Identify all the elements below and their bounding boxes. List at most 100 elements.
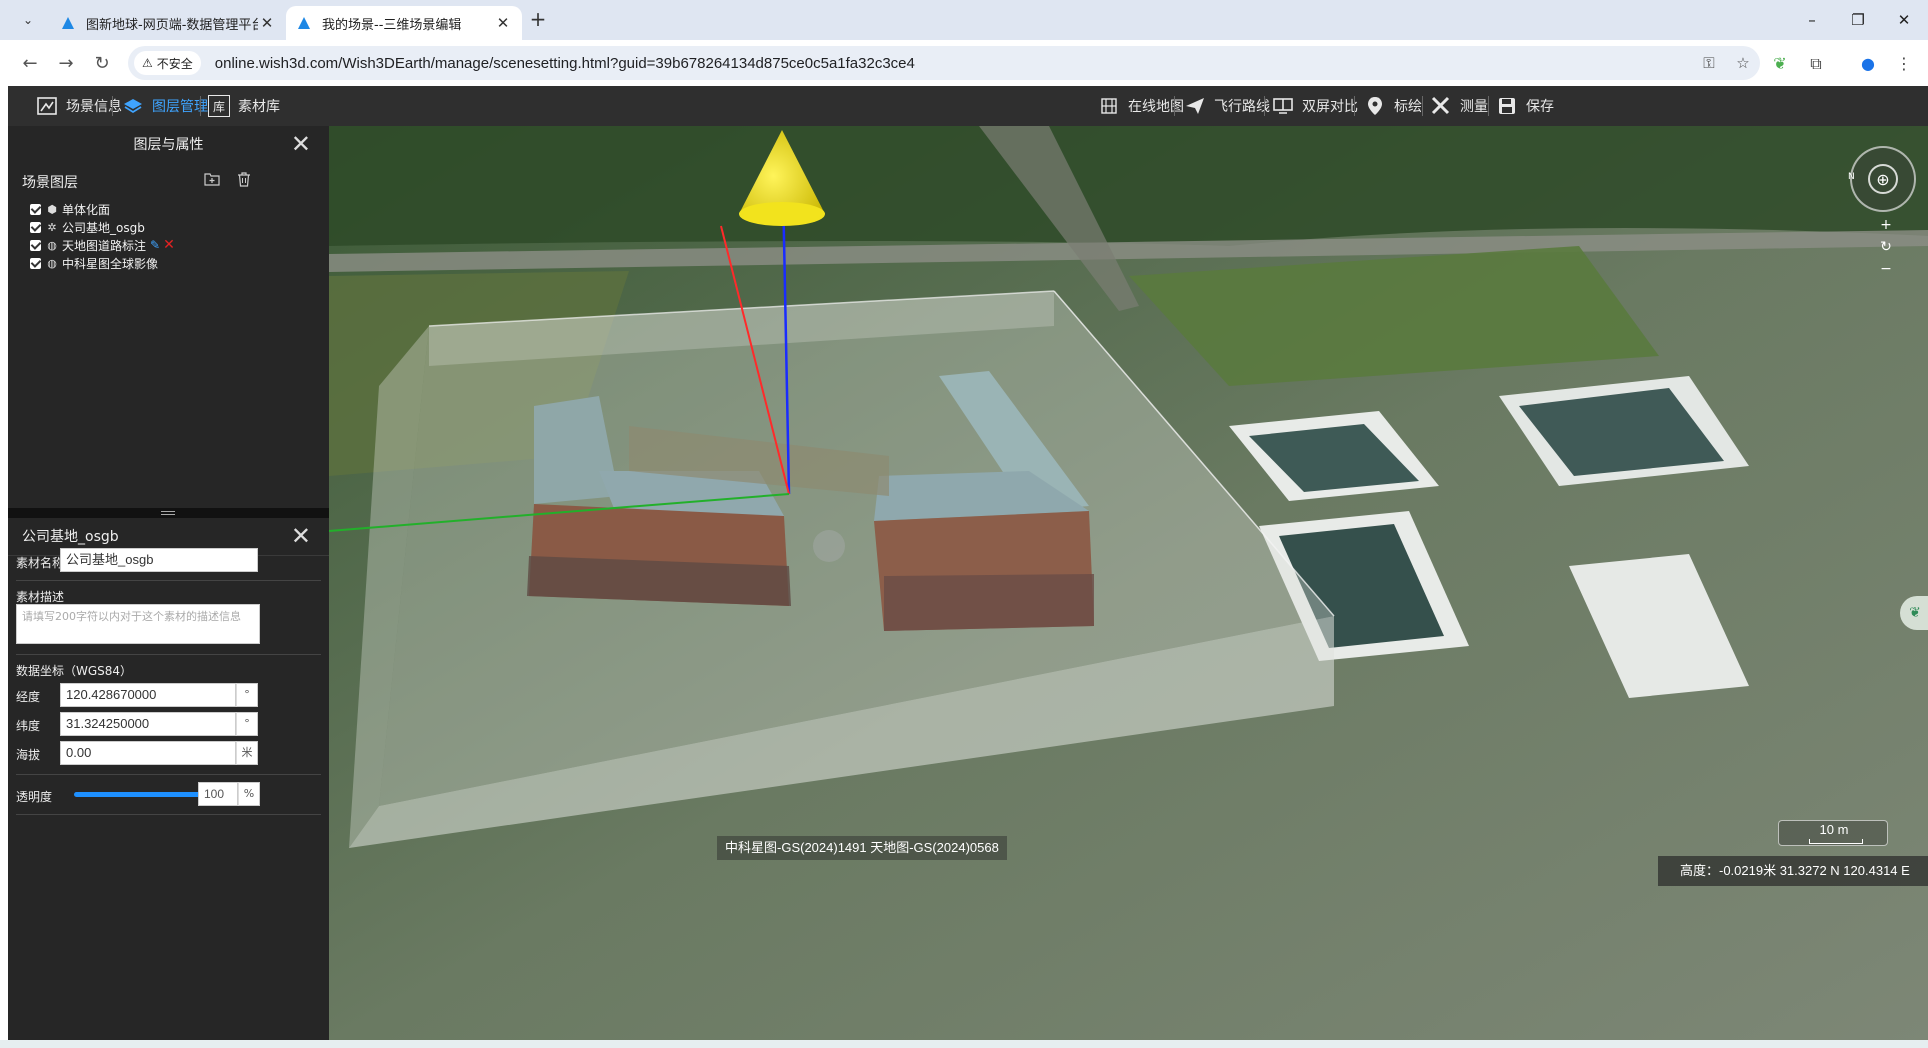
compass-navigator[interactable]: N ⊕ <box>1848 146 1916 212</box>
header-measure[interactable]: 测量 <box>1430 86 1488 126</box>
tab-close-icon[interactable]: ✕ <box>258 14 276 32</box>
warning-triangle-icon: ⚠ <box>142 56 153 70</box>
layer-label: 单体化面 <box>62 202 111 217</box>
forward-arrow-icon[interactable]: → <box>52 50 80 78</box>
layer-checkbox[interactable] <box>30 203 41 215</box>
scene-render[interactable] <box>329 126 1928 1048</box>
compass-north-label: N <box>1848 172 1855 182</box>
opacity-input[interactable]: 100 <box>198 782 238 806</box>
properties-panel: 公司基地_osgb ✕ 素材名称 公司基地_osgb 素材描述 请填写200字符… <box>8 518 329 1048</box>
security-chip[interactable]: ⚠ 不安全 <box>134 51 201 75</box>
browser-toolbar: ← → ↻ ⚠ 不安全 online.wish3d.com/Wish3DEart… <box>0 40 1928 86</box>
extension-leaf-icon[interactable]: ❦ <box>1766 50 1794 78</box>
scale-indicator: 10 m <box>1778 820 1888 846</box>
divider <box>16 814 321 815</box>
side-drawer-leaf-icon[interactable]: ❦ <box>1900 596 1928 630</box>
url-text[interactable]: online.wish3d.com/Wish3DEarth/manage/sce… <box>215 55 1692 72</box>
tree-area <box>329 126 1928 246</box>
restore-icon[interactable]: ❐ <box>1836 6 1880 34</box>
layer-checkbox[interactable] <box>30 221 41 233</box>
address-bar[interactable]: ⚠ 不安全 online.wish3d.com/Wish3DEarth/mana… <box>128 46 1760 80</box>
tab-title: 我的场景--三维场景编辑 <box>322 17 462 33</box>
layer-row-global-imagery[interactable]: ◍ 中科星图全球影像 <box>30 254 329 272</box>
header-divider <box>1354 96 1355 116</box>
splitter-grip-icon[interactable] <box>161 511 175 515</box>
wish3d-app: 场景信息 图层管理 库 素材库 在线地图 飞行路线 双屏对比 标绘 测量 保存 … <box>8 86 1928 1048</box>
header-divider <box>1422 96 1423 116</box>
coordinate-status: 高度：-0.0219米 31.3272 N 120.4314 E <box>1658 856 1928 886</box>
layer-row-mono-surface[interactable]: ⬢ 单体化面 <box>30 200 329 218</box>
panel-splitter[interactable] <box>8 508 329 518</box>
browser-menu-icon[interactable]: ⋮ <box>1890 50 1918 78</box>
map-attribution: 中科星图-GS(2024)1491 天地图-GS(2024)0568 <box>717 836 1007 860</box>
browser-tab-bar: ⌄ 图新地球-网页端-数据管理平台 ✕ 我的场景--三维场景编辑 ✕ + – ❐… <box>0 0 1928 40</box>
tab-list-chevron-icon[interactable]: ⌄ <box>16 8 40 32</box>
header-material-library[interactable]: 库 素材库 <box>208 86 280 126</box>
header-scene-info[interactable]: 场景信息 <box>36 86 122 126</box>
profile-avatar-icon[interactable]: ● <box>1854 50 1882 78</box>
layer-panel-title-text: 图层与属性 <box>133 137 204 153</box>
header-dual-screen[interactable]: 双屏对比 <box>1272 86 1358 126</box>
security-label: 不安全 <box>156 56 193 71</box>
back-arrow-icon[interactable]: ← <box>16 50 44 78</box>
layers-icon <box>122 95 144 117</box>
save-icon <box>1496 95 1518 117</box>
delete-layer-trash-icon[interactable] <box>234 172 254 192</box>
zoom-out-icon[interactable]: − <box>1874 258 1898 280</box>
measure-icon <box>1430 95 1452 117</box>
layer-checkbox[interactable] <box>30 239 41 251</box>
3d-scene-viewport[interactable]: N ⊕ + ↻ − ❦ 中科星图-GS(2024)1491 天地图-GS(202… <box>329 126 1928 1048</box>
header-online-map[interactable]: 在线地图 <box>1098 86 1184 126</box>
bookmark-star-icon[interactable]: ☆ <box>1726 54 1760 72</box>
extensions-puzzle-icon[interactable]: ⧉ <box>1802 50 1830 78</box>
header-divider <box>1264 96 1265 116</box>
reset-view-icon[interactable]: ↻ <box>1874 236 1898 258</box>
header-scene-info-label: 场景信息 <box>66 99 122 115</box>
scene-layers-title: 场景图层 <box>22 175 78 191</box>
tab-close-icon[interactable]: ✕ <box>494 14 512 32</box>
browser-tab-scene-edit[interactable]: 我的场景--三维场景编辑 ✕ <box>286 6 522 40</box>
online-map-icon <box>1098 95 1120 117</box>
latitude-input[interactable]: 31.324250000 <box>60 712 236 736</box>
material-name-label: 素材名称 <box>16 556 65 570</box>
layer-row-tianditu-road[interactable]: ◍ 天地图道路标注 ✎ ✕ <box>30 236 329 254</box>
cube-icon: ⬢ <box>47 202 57 216</box>
header-divider <box>1488 96 1489 116</box>
header-save[interactable]: 保存 <box>1496 86 1554 126</box>
layer-checkbox[interactable] <box>30 257 41 269</box>
reload-icon[interactable]: ↻ <box>88 50 116 78</box>
header-online-map-label: 在线地图 <box>1128 99 1184 115</box>
browser-tab-data-platform[interactable]: 图新地球-网页端-数据管理平台 ✕ <box>50 6 286 40</box>
header-divider <box>112 96 113 116</box>
remove-x-icon[interactable]: ✕ <box>163 237 175 253</box>
wish3d-favicon-icon <box>62 17 74 29</box>
close-icon[interactable]: ✕ <box>291 132 311 156</box>
material-name-input[interactable]: 公司基地_osgb <box>60 548 258 572</box>
globe-icon: ◍ <box>47 238 57 252</box>
layer-panel-title: 图层与属性 ✕ <box>8 126 329 164</box>
new-tab-plus-icon[interactable]: + <box>526 8 550 32</box>
altitude-input[interactable]: 0.00 <box>60 741 236 765</box>
header-divider <box>1174 96 1175 116</box>
window-close-icon[interactable]: ✕ <box>1882 6 1926 34</box>
scene-info-icon <box>36 95 58 117</box>
add-layer-icon[interactable] <box>202 172 222 192</box>
header-marker[interactable]: 标绘 <box>1364 86 1422 126</box>
scale-bar <box>1809 839 1863 844</box>
header-marker-label: 标绘 <box>1394 99 1422 115</box>
longitude-input[interactable]: 120.428670000 <box>60 683 236 707</box>
minimize-icon[interactable]: – <box>1790 6 1834 34</box>
layer-row-company-base[interactable]: ✲ 公司基地_osgb <box>30 218 329 236</box>
header-flight-route[interactable]: 飞行路线 <box>1184 86 1270 126</box>
material-desc-textarea[interactable]: 请填写200字符以内对于这个素材的描述信息 <box>16 604 260 644</box>
header-layer-management[interactable]: 图层管理 <box>122 86 208 126</box>
close-icon[interactable]: ✕ <box>291 524 311 548</box>
zoom-in-icon[interactable]: + <box>1874 214 1898 236</box>
header-flight-route-label: 飞行路线 <box>1214 99 1270 115</box>
edit-pencil-icon[interactable]: ✎ <box>150 238 160 252</box>
password-key-icon[interactable]: ⚿ <box>1692 54 1726 72</box>
material-desc-label: 素材描述 <box>16 590 65 604</box>
compass-center-icon[interactable]: ⊕ <box>1868 164 1898 194</box>
properties-title-text: 公司基地_osgb <box>22 529 119 545</box>
flight-route-icon <box>1184 95 1206 117</box>
